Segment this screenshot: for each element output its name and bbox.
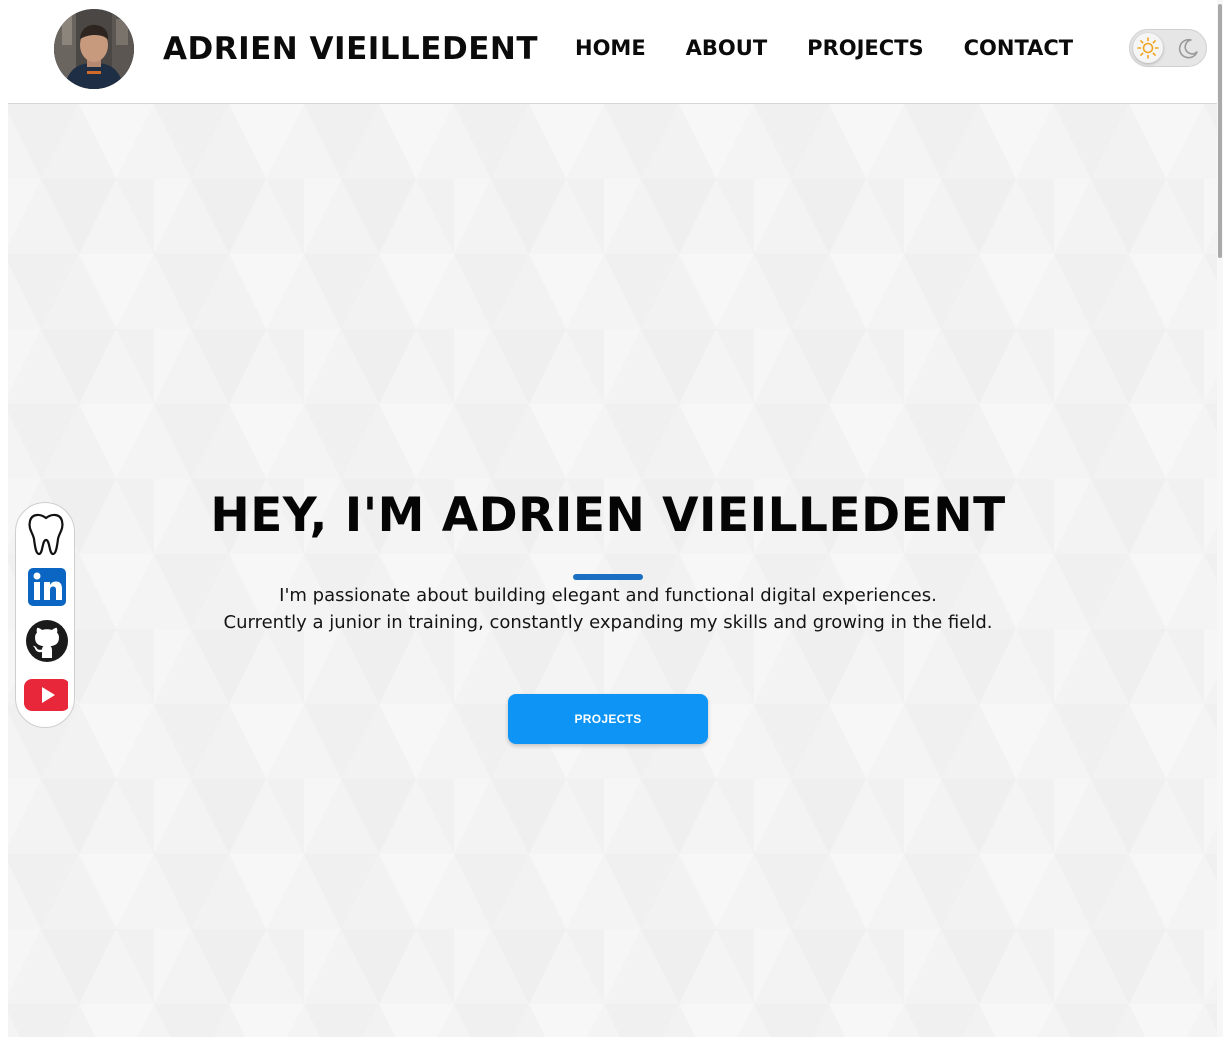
site-name[interactable]: ADRIEN VIEILLEDENT [163, 31, 538, 67]
hero-section: HEY, I'M ADRIEN VIEILLEDENT I'm passiona… [8, 104, 1217, 1037]
tooth-link[interactable] [24, 509, 68, 556]
avatar-photo [54, 9, 134, 89]
youtube-icon [24, 679, 70, 711]
hero-title: HEY, I'M ADRIEN VIEILLEDENT [210, 488, 1006, 543]
moon-icon [1178, 38, 1198, 59]
linkedin-icon [28, 568, 66, 606]
youtube-link[interactable] [24, 673, 70, 717]
nav-contact[interactable]: CONTACT [964, 36, 1074, 60]
linkedin-link[interactable] [24, 565, 68, 609]
hero-divider [573, 574, 643, 580]
page: ADRIEN VIEILLEDENT HOME ABOUT PROJECTS C… [8, 0, 1217, 1037]
nav-home[interactable]: HOME [575, 36, 646, 60]
site-header: ADRIEN VIEILLEDENT HOME ABOUT PROJECTS C… [8, 0, 1217, 104]
projects-button[interactable]: PROJECTS [508, 694, 708, 744]
main-nav: HOME ABOUT PROJECTS CONTACT [575, 36, 1073, 60]
nav-about[interactable]: ABOUT [686, 36, 768, 60]
hero-intro-line-1: I'm passionate about building elegant an… [279, 585, 937, 606]
github-icon [26, 620, 68, 662]
scrollbar-thumb[interactable] [1218, 4, 1222, 258]
social-sidebar [15, 502, 75, 728]
github-link[interactable] [24, 618, 68, 662]
sun-icon [1137, 37, 1159, 59]
tooth-icon [28, 513, 64, 556]
hero-intro: I'm passionate about building elegant an… [8, 582, 1208, 636]
nav-projects[interactable]: PROJECTS [807, 36, 923, 60]
theme-toggle[interactable] [1129, 29, 1207, 67]
avatar [54, 9, 134, 89]
hero-intro-line-2: Currently a junior in training, constant… [223, 612, 993, 633]
